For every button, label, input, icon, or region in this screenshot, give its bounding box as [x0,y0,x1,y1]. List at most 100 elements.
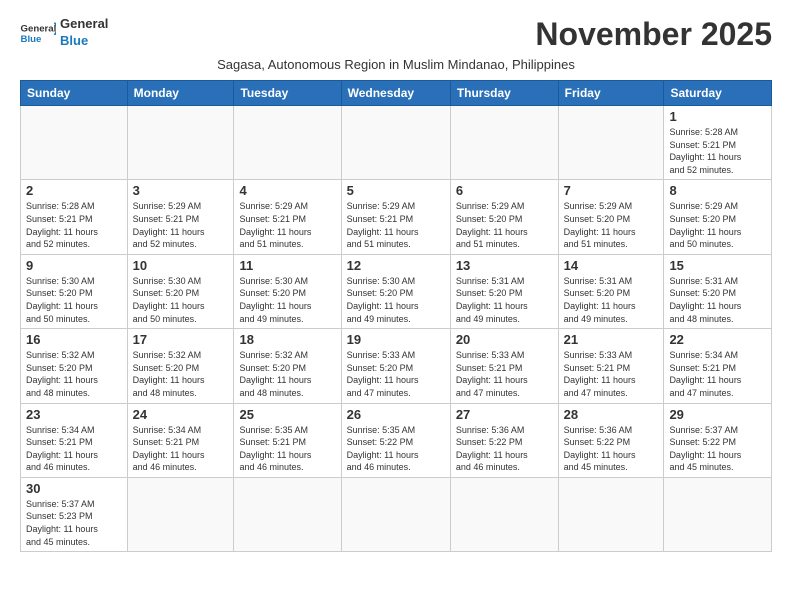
calendar: SundayMondayTuesdayWednesdayThursdayFrid… [20,80,772,552]
day-number: 25 [239,407,335,422]
calendar-cell: 26 Sunrise: 5:35 AMSunset: 5:22 PMDayligh… [341,403,450,477]
calendar-cell: 5 Sunrise: 5:29 AMSunset: 5:21 PMDaylight… [341,180,450,254]
day-number: 11 [239,258,335,273]
day-number: 17 [133,332,229,347]
day-number: 30 [26,481,122,496]
day-number: 27 [456,407,553,422]
day-info: Sunrise: 5:32 AMSunset: 5:20 PMDaylight:… [133,349,229,399]
day-info: Sunrise: 5:32 AMSunset: 5:20 PMDaylight:… [26,349,122,399]
day-info: Sunrise: 5:30 AMSunset: 5:20 PMDaylight:… [26,275,122,325]
day-info: Sunrise: 5:29 AMSunset: 5:21 PMDaylight:… [347,200,445,250]
svg-text:General: General [21,23,57,34]
day-number: 1 [669,109,766,124]
day-info: Sunrise: 5:29 AMSunset: 5:21 PMDaylight:… [239,200,335,250]
day-info: Sunrise: 5:36 AMSunset: 5:22 PMDaylight:… [456,424,553,474]
calendar-cell: 17 Sunrise: 5:32 AMSunset: 5:20 PMDayligh… [127,329,234,403]
day-number: 20 [456,332,553,347]
calendar-week-row: 16Sunrise: 5:32 AMSunset: 5:20 PMDayligh… [21,329,772,403]
day-info: Sunrise: 5:30 AMSunset: 5:20 PMDaylight:… [239,275,335,325]
calendar-cell [127,477,234,551]
day-of-week-header: Thursday [450,81,558,106]
day-info: Sunrise: 5:31 AMSunset: 5:20 PMDaylight:… [564,275,659,325]
calendar-cell: 1 Sunrise: 5:28 AMSunset: 5:21 PMDaylight… [664,106,772,180]
day-info: Sunrise: 5:30 AMSunset: 5:20 PMDaylight:… [347,275,445,325]
header: General Blue General Blue November 2025 [20,16,772,53]
day-info: Sunrise: 5:32 AMSunset: 5:20 PMDaylight:… [239,349,335,399]
day-info: Sunrise: 5:37 AMSunset: 5:23 PMDaylight:… [26,498,122,548]
day-info: Sunrise: 5:33 AMSunset: 5:21 PMDaylight:… [456,349,553,399]
day-number: 2 [26,183,122,198]
day-number: 22 [669,332,766,347]
day-info: Sunrise: 5:31 AMSunset: 5:20 PMDaylight:… [669,275,766,325]
calendar-cell [234,477,341,551]
calendar-cell: 23 Sunrise: 5:34 AMSunset: 5:21 PMDayligh… [21,403,128,477]
day-info: Sunrise: 5:29 AMSunset: 5:20 PMDaylight:… [564,200,659,250]
logo-general: General [60,16,108,33]
day-number: 14 [564,258,659,273]
calendar-cell [664,477,772,551]
day-of-week-header: Sunday [21,81,128,106]
day-info: Sunrise: 5:29 AMSunset: 5:20 PMDaylight:… [669,200,766,250]
calendar-cell: 22Sunrise: 5:34 AMSunset: 5:21 PMDayligh… [664,329,772,403]
calendar-cell [450,477,558,551]
calendar-cell: 18 Sunrise: 5:32 AMSunset: 5:20 PMDayligh… [234,329,341,403]
day-number: 28 [564,407,659,422]
calendar-cell [341,477,450,551]
calendar-cell: 13Sunrise: 5:31 AMSunset: 5:20 PMDayligh… [450,254,558,328]
day-info: Sunrise: 5:37 AMSunset: 5:22 PMDaylight:… [669,424,766,474]
logo: General Blue General Blue [20,16,108,50]
calendar-cell [341,106,450,180]
day-info: Sunrise: 5:34 AMSunset: 5:21 PMDaylight:… [133,424,229,474]
day-number: 15 [669,258,766,273]
calendar-cell: 24 Sunrise: 5:34 AMSunset: 5:21 PMDayligh… [127,403,234,477]
day-number: 8 [669,183,766,198]
calendar-week-row: 9 Sunrise: 5:30 AMSunset: 5:20 PMDaylight… [21,254,772,328]
day-info: Sunrise: 5:34 AMSunset: 5:21 PMDaylight:… [26,424,122,474]
day-number: 5 [347,183,445,198]
day-number: 18 [239,332,335,347]
month-title: November 2025 [535,16,772,53]
day-of-week-header: Wednesday [341,81,450,106]
day-number: 13 [456,258,553,273]
day-of-week-header: Friday [558,81,664,106]
calendar-cell [450,106,558,180]
day-number: 26 [347,407,445,422]
day-number: 24 [133,407,229,422]
calendar-cell: 8 Sunrise: 5:29 AMSunset: 5:20 PMDaylight… [664,180,772,254]
day-number: 7 [564,183,659,198]
calendar-cell [127,106,234,180]
calendar-cell: 12 Sunrise: 5:30 AMSunset: 5:20 PMDayligh… [341,254,450,328]
calendar-header-row: SundayMondayTuesdayWednesdayThursdayFrid… [21,81,772,106]
logo-icon: General Blue [20,19,56,47]
calendar-cell: 3Sunrise: 5:29 AMSunset: 5:21 PMDaylight… [127,180,234,254]
day-number: 21 [564,332,659,347]
calendar-cell: 6 Sunrise: 5:29 AMSunset: 5:20 PMDaylight… [450,180,558,254]
calendar-cell: 21Sunrise: 5:33 AMSunset: 5:21 PMDayligh… [558,329,664,403]
calendar-cell [558,106,664,180]
day-info: Sunrise: 5:28 AMSunset: 5:21 PMDaylight:… [669,126,766,176]
calendar-week-row: 2 Sunrise: 5:28 AMSunset: 5:21 PMDaylight… [21,180,772,254]
svg-text:Blue: Blue [21,34,42,45]
calendar-cell: 10Sunrise: 5:30 AMSunset: 5:20 PMDayligh… [127,254,234,328]
day-number: 12 [347,258,445,273]
day-of-week-header: Monday [127,81,234,106]
day-info: Sunrise: 5:30 AMSunset: 5:20 PMDaylight:… [133,275,229,325]
day-info: Sunrise: 5:28 AMSunset: 5:21 PMDaylight:… [26,200,122,250]
calendar-cell: 27 Sunrise: 5:36 AMSunset: 5:22 PMDayligh… [450,403,558,477]
day-number: 6 [456,183,553,198]
calendar-cell: 2 Sunrise: 5:28 AMSunset: 5:21 PMDaylight… [21,180,128,254]
day-number: 23 [26,407,122,422]
calendar-cell: 15 Sunrise: 5:31 AMSunset: 5:20 PMDayligh… [664,254,772,328]
subtitle: Sagasa, Autonomous Region in Muslim Mind… [20,57,772,72]
calendar-cell: 30 Sunrise: 5:37 AMSunset: 5:23 PMDayligh… [21,477,128,551]
day-info: Sunrise: 5:29 AMSunset: 5:20 PMDaylight:… [456,200,553,250]
day-info: Sunrise: 5:29 AMSunset: 5:21 PMDaylight:… [133,200,229,250]
day-number: 9 [26,258,122,273]
calendar-cell: 7 Sunrise: 5:29 AMSunset: 5:20 PMDaylight… [558,180,664,254]
calendar-cell: 29Sunrise: 5:37 AMSunset: 5:22 PMDayligh… [664,403,772,477]
calendar-cell: 9 Sunrise: 5:30 AMSunset: 5:20 PMDaylight… [21,254,128,328]
calendar-cell: 28Sunrise: 5:36 AMSunset: 5:22 PMDayligh… [558,403,664,477]
calendar-cell [21,106,128,180]
calendar-cell: 20 Sunrise: 5:33 AMSunset: 5:21 PMDayligh… [450,329,558,403]
day-info: Sunrise: 5:35 AMSunset: 5:22 PMDaylight:… [347,424,445,474]
